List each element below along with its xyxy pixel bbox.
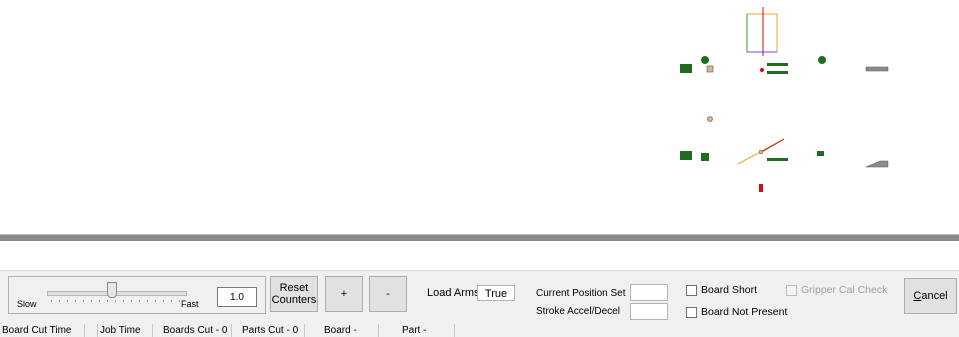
board-short-label: Board Short (701, 284, 758, 296)
bottom-bar (767, 158, 788, 161)
bottom-red-block (759, 184, 763, 192)
speed-slider-group: Slow Fast 1.0 (8, 276, 266, 314)
bottom-left-block (680, 151, 692, 160)
status-board-cut-time: Board Cut Time (0, 324, 85, 337)
status-part: Part - (400, 324, 455, 337)
splitter-bar[interactable] (0, 234, 959, 241)
diagonal-arm-red (759, 138, 785, 154)
status-bar: Board Cut Time Job Time Boards Cut - 0 P… (0, 324, 959, 337)
control-panel: Slow Fast 1.0 Reset Counters + - Load Arm… (0, 270, 959, 325)
top-red-dot (760, 68, 764, 72)
current-position-field[interactable] (630, 284, 668, 301)
status-board: Board - (322, 324, 379, 337)
bottom-gray-wedge (865, 160, 889, 168)
board-short-checkbox[interactable] (686, 285, 697, 296)
reset-label-line1: Reset (279, 282, 309, 294)
minus-button[interactable]: - (369, 276, 407, 312)
top-right-dot (818, 56, 826, 64)
carriage-outline (746, 13, 778, 53)
machine-canvas (0, 0, 959, 232)
top-bar-lower (767, 71, 788, 74)
status-job-time: Job Time (97, 324, 153, 337)
current-position-label: Current Position Set (536, 288, 626, 299)
load-arms-label: Load Arms (427, 287, 480, 299)
top-left-block (680, 64, 692, 73)
speed-slider-thumb[interactable] (107, 282, 117, 298)
board-not-present-checkbox[interactable] (686, 307, 697, 318)
speed-slider-ticks (51, 300, 185, 302)
gripper-cal-label: Gripper Cal Check (801, 284, 888, 296)
slow-label: Slow (17, 299, 37, 309)
top-gray-bar (865, 66, 889, 72)
fast-label: Fast (181, 299, 199, 309)
speed-value-field[interactable]: 1.0 (217, 287, 257, 307)
plus-button[interactable]: + (325, 276, 363, 312)
top-tan-square (706, 65, 714, 73)
stroke-accel-label: Stroke Accel/Decel (536, 306, 620, 317)
status-parts-cut: Parts Cut - 0 (240, 324, 305, 337)
bottom-small-block (701, 153, 709, 161)
cancel-label-rest: ancel (921, 290, 948, 302)
stroke-accel-field[interactable] (630, 303, 668, 320)
cancel-accel-char: C (913, 290, 922, 302)
bottom-right-square (817, 151, 824, 156)
reset-counters-button[interactable]: Reset Counters (270, 276, 318, 312)
status-boards-cut: Boards Cut - 0 (161, 324, 232, 337)
top-bar-upper (767, 63, 788, 66)
arm-pivot (758, 149, 764, 155)
reset-label-line2: Counters (271, 294, 317, 306)
board-not-present-label: Board Not Present (701, 306, 788, 318)
gripper-cal-checkbox[interactable] (786, 285, 797, 296)
load-arms-value: True (477, 285, 515, 301)
speed-slider-track[interactable] (47, 291, 187, 296)
top-green-dot (701, 56, 709, 64)
machine-diagram (680, 7, 889, 192)
cancel-button[interactable]: Cancel (904, 278, 957, 314)
mid-tan-dot (707, 116, 713, 122)
